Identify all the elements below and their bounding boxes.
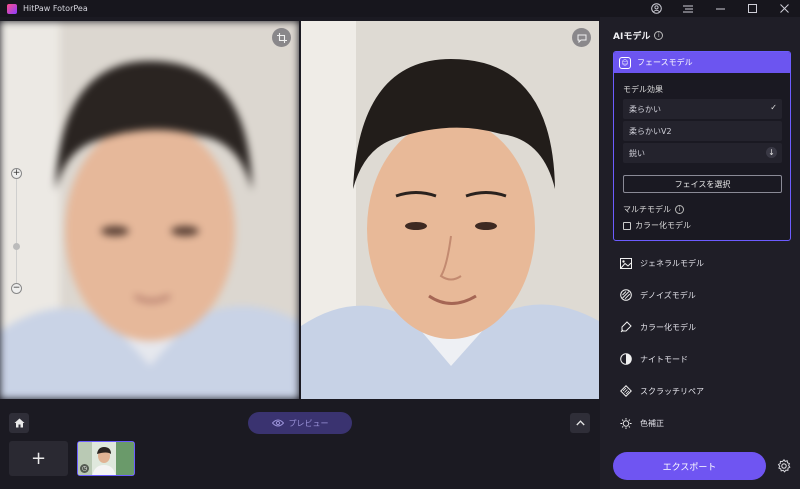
face-model-card: ☺ フェースモデル モデル効果 柔らかい ✓ 柔らかいV2 鋭い ↓ フェイスを… (613, 51, 791, 241)
account-icon[interactable] (640, 0, 672, 17)
model-colorize[interactable]: カラー化モデル (620, 321, 696, 333)
preview-label: プレビュー (288, 418, 329, 428)
enhanced-photo (301, 21, 599, 399)
denoise-icon (620, 289, 632, 301)
zoom-slider-handle[interactable] (13, 243, 20, 250)
select-face-button[interactable]: フェイスを選択 (623, 175, 782, 193)
zoom-slider-track[interactable] (16, 175, 17, 289)
effect-option-label: 鋭い (629, 148, 645, 158)
home-button[interactable] (9, 413, 29, 433)
multi-model-text: マルチモデル (623, 205, 671, 214)
export-button[interactable]: エクスポート (613, 452, 766, 480)
close-icon[interactable] (768, 0, 800, 17)
model-label: ジェネラルモデル (640, 258, 704, 268)
effect-option-label: 柔らかいV2 (629, 126, 672, 136)
model-color-correction[interactable]: 色補正 (620, 417, 664, 429)
download-icon[interactable]: ↓ (766, 147, 777, 158)
colorize-checkbox-label: カラー化モデル (635, 221, 691, 230)
night-icon (620, 353, 632, 365)
effect-option-soft-v2[interactable]: 柔らかいV2 (623, 121, 782, 141)
app-logo-icon (7, 3, 17, 14)
info-icon[interactable]: i (654, 31, 664, 40)
face-icon: ☺ (619, 56, 631, 69)
image-icon (620, 257, 632, 269)
colorize-checkbox[interactable] (623, 221, 631, 230)
face-model-label: フェースモデル (637, 58, 693, 67)
checkmark-icon: ✓ (770, 103, 777, 112)
maximize-icon[interactable] (736, 0, 768, 17)
multi-model-label: マルチモデル i (623, 204, 684, 215)
enhanced-image-pane[interactable] (301, 21, 599, 399)
plus-icon: + (30, 448, 47, 469)
collapse-button[interactable] (570, 413, 590, 433)
window-controls (640, 0, 800, 17)
thumbnail-status-icon: ◷ (80, 464, 89, 473)
menu-icon[interactable] (672, 0, 704, 17)
original-image-pane[interactable]: + − (0, 21, 299, 399)
info-icon[interactable]: i (675, 205, 684, 214)
bottom-bar: プレビュー + ◷ (0, 399, 600, 489)
image-thumbnail[interactable]: ◷ (77, 441, 135, 476)
colorize-icon (620, 321, 632, 333)
minimize-icon[interactable] (704, 0, 736, 17)
model-scratch-repair[interactable]: スクラッチリペア (620, 385, 704, 397)
preview-button[interactable]: プレビュー (248, 412, 352, 434)
effect-option-soft[interactable]: 柔らかい ✓ (623, 99, 782, 119)
zoom-out-icon[interactable]: − (11, 283, 22, 294)
model-label: スクラッチリペア (640, 386, 704, 396)
model-night[interactable]: ナイトモード (620, 353, 688, 365)
model-effect-label: モデル効果 (623, 85, 663, 94)
title-bar: HitPaw FotorPea (0, 0, 800, 17)
zoom-in-icon[interactable]: + (11, 168, 22, 179)
face-model-header[interactable]: ☺ フェースモデル (614, 52, 790, 73)
model-general[interactable]: ジェネラルモデル (620, 257, 704, 269)
feedback-icon[interactable] (572, 28, 591, 47)
model-label: 色補正 (640, 418, 664, 428)
crop-icon[interactable] (272, 28, 291, 47)
add-image-button[interactable]: + (9, 441, 68, 476)
colorize-option[interactable]: カラー化モデル (623, 220, 691, 231)
color-correct-icon (620, 417, 632, 429)
panel-title-text: AIモデル (613, 32, 651, 42)
app-title: HitPaw FotorPea (23, 4, 88, 13)
model-label: カラー化モデル (640, 322, 696, 332)
original-photo (0, 21, 299, 399)
eye-icon (271, 419, 284, 427)
ai-model-panel: AIモデル i ☺ フェースモデル モデル効果 柔らかい ✓ 柔らかいV2 鋭い… (600, 17, 800, 489)
home-icon (14, 418, 24, 428)
model-denoise[interactable]: デノイズモデル (620, 289, 696, 301)
chevron-up-icon (575, 420, 585, 426)
panel-title: AIモデル i (613, 29, 664, 42)
effect-option-sharp[interactable]: 鋭い ↓ (623, 143, 782, 163)
model-label: デノイズモデル (640, 290, 696, 300)
effect-option-label: 柔らかい (629, 104, 661, 114)
gear-icon[interactable] (775, 457, 793, 475)
model-label: ナイトモード (640, 354, 688, 364)
scratch-icon (620, 385, 632, 397)
